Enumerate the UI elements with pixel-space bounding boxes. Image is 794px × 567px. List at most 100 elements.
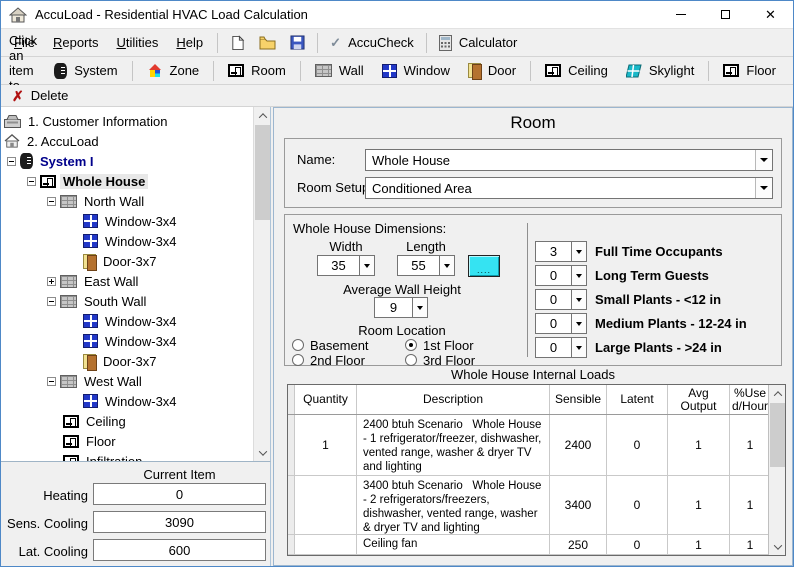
toolbar-separator <box>131 60 133 81</box>
tree-item-west-wall[interactable]: West Wall <box>1 371 270 391</box>
table-row[interactable]: Ceiling fan 250 0 1 1 <box>288 535 785 555</box>
add-floor-button[interactable]: Floor <box>714 60 785 81</box>
tree-item-north-wall[interactable]: North Wall <box>1 191 270 211</box>
accucheck-button[interactable]: ✓ AccuCheck <box>323 33 421 53</box>
window-icon <box>83 234 98 248</box>
dropdown-button[interactable] <box>571 314 586 333</box>
add-wall-button[interactable]: Wall <box>306 60 373 81</box>
tree-item-floor[interactable]: Floor <box>1 431 270 451</box>
table-row[interactable]: 1 2400 btuh Scenario Whole House - 1 ref… <box>288 415 785 476</box>
add-door-button[interactable]: Door <box>459 60 525 81</box>
room-name-combobox[interactable]: Whole House <box>365 149 773 171</box>
add-room-button[interactable]: Room <box>219 60 295 81</box>
radio-basement[interactable]: Basement <box>292 338 369 353</box>
tree-item-south-wall[interactable]: South Wall <box>1 291 270 311</box>
new-file-button[interactable] <box>223 33 252 53</box>
row-header-cell <box>288 555 295 556</box>
latent-cooling-label: Lat. Cooling <box>18 544 88 559</box>
tree-item-window[interactable]: Window-3x4 <box>1 231 270 251</box>
width-label: Width <box>329 239 363 254</box>
collapse-expander-icon[interactable] <box>47 296 56 306</box>
delete-button[interactable]: ✗ Delete <box>10 87 70 104</box>
dropdown-button[interactable] <box>359 256 374 275</box>
maximize-button[interactable] <box>703 1 748 29</box>
room-icon <box>63 434 79 448</box>
add-ceiling-button[interactable]: Ceiling <box>536 60 617 81</box>
scroll-up-icon[interactable] <box>769 385 785 402</box>
table-scrollbar-thumb[interactable] <box>770 403 785 467</box>
scroll-up-icon[interactable] <box>254 107 270 124</box>
expand-expander-icon[interactable] <box>47 276 56 286</box>
tree-item-door[interactable]: Door-3x7 <box>1 351 270 371</box>
add-zone-button[interactable]: Zone <box>138 60 209 81</box>
tree-item-window[interactable]: Window-3x4 <box>1 331 270 351</box>
tree-item-east-wall[interactable]: East Wall <box>1 271 270 291</box>
length-spinner[interactable]: 55 <box>397 255 455 276</box>
tree-item-window[interactable]: Window-3x4 <box>1 311 270 331</box>
close-button[interactable]: ✕ <box>748 1 793 29</box>
scroll-down-icon[interactable] <box>769 538 785 555</box>
room-setup-combobox[interactable]: Conditioned Area <box>365 177 773 199</box>
medium-plants-spinner[interactable]: 0 <box>535 313 587 334</box>
dropdown-button[interactable] <box>755 150 772 170</box>
add-skylight-button[interactable]: Skylight <box>617 60 704 81</box>
tree-item-label: Floor <box>86 433 116 449</box>
tree-item-window[interactable]: Window-3x4 <box>1 211 270 231</box>
dropdown-button[interactable] <box>571 290 586 309</box>
col-latent: Latent <box>607 385 668 414</box>
collapse-expander-icon[interactable] <box>47 376 56 386</box>
menu-help[interactable]: Help <box>167 31 212 54</box>
dropdown-button[interactable] <box>571 242 586 261</box>
menu-utilities[interactable]: Utilities <box>108 31 168 54</box>
small-plants-spinner[interactable]: 0 <box>535 289 587 310</box>
dropdown-button[interactable] <box>412 298 427 317</box>
width-spinner[interactable]: 35 <box>317 255 375 276</box>
calculator-button[interactable]: Calculator <box>432 33 525 53</box>
table-scrollbar[interactable] <box>768 385 785 555</box>
customer-icon <box>4 114 21 128</box>
menu-reports[interactable]: Reports <box>44 31 108 54</box>
door-icon <box>83 253 97 271</box>
dropdown-button[interactable] <box>571 266 586 285</box>
table-row[interactable]: 3400 btuh Scenario Whole House - 2 refri… <box>288 476 785 535</box>
tree-item-ceiling[interactable]: Ceiling <box>1 411 270 431</box>
collapse-expander-icon[interactable] <box>27 176 36 186</box>
tree-item-door[interactable]: Door-3x7 <box>1 251 270 271</box>
table-row[interactable]: Clothes washing machine - 10 amp motor <box>288 555 785 556</box>
radio-3rd-floor[interactable]: 3rd Floor <box>405 353 475 368</box>
internal-loads-title: Whole House Internal Loads <box>450 367 616 382</box>
collapse-expander-icon[interactable] <box>7 156 16 166</box>
dropdown-button[interactable] <box>439 256 454 275</box>
open-file-button[interactable] <box>252 33 283 52</box>
long-term-guests-spinner[interactable]: 0 <box>535 265 587 286</box>
full-time-occupants-spinner[interactable]: 3 <box>535 241 587 262</box>
sensible-cooling-field[interactable]: 3090 <box>93 511 266 533</box>
tree-item-whole-house[interactable]: Whole House <box>1 171 270 191</box>
radio-label: 1st Floor <box>423 337 474 353</box>
tree-scrollbar-thumb[interactable] <box>255 125 270 220</box>
save-file-button[interactable] <box>283 33 312 52</box>
dropdown-button[interactable] <box>571 338 586 357</box>
latent-cooling-field[interactable]: 600 <box>93 539 266 561</box>
cell-description: 2400 btuh Scenario Whole House - 1 refri… <box>357 415 550 475</box>
radio-1st-floor[interactable]: 1st Floor <box>405 337 474 353</box>
tree-item-window[interactable]: Window-3x4 <box>1 391 270 411</box>
dropdown-button[interactable] <box>755 178 772 198</box>
wall-height-spinner[interactable]: 9 <box>374 297 428 318</box>
dimensions-sketch-button[interactable]: .... <box>468 255 500 277</box>
add-window-button[interactable]: Window <box>373 60 459 81</box>
minimize-button[interactable] <box>658 1 703 29</box>
tree-item-accuload[interactable]: 2. AccuLoad <box>1 131 270 151</box>
add-system-button[interactable]: System <box>45 60 126 82</box>
tree-scrollbar[interactable] <box>253 107 270 461</box>
scroll-down-icon[interactable] <box>254 444 270 461</box>
collapse-expander-icon[interactable] <box>47 196 56 206</box>
toolbar-separator <box>217 32 219 53</box>
tree-item-system-i[interactable]: System I <box>1 151 270 171</box>
radio-2nd-floor[interactable]: 2nd Floor <box>292 353 365 368</box>
tree-item-infiltration[interactable]: Infiltration <box>1 451 270 461</box>
tree-item-customer-information[interactable]: 1. Customer Information <box>1 111 270 131</box>
large-plants-spinner[interactable]: 0 <box>535 337 587 358</box>
calculator-icon <box>438 34 452 51</box>
heating-value-field[interactable]: 0 <box>93 483 266 505</box>
